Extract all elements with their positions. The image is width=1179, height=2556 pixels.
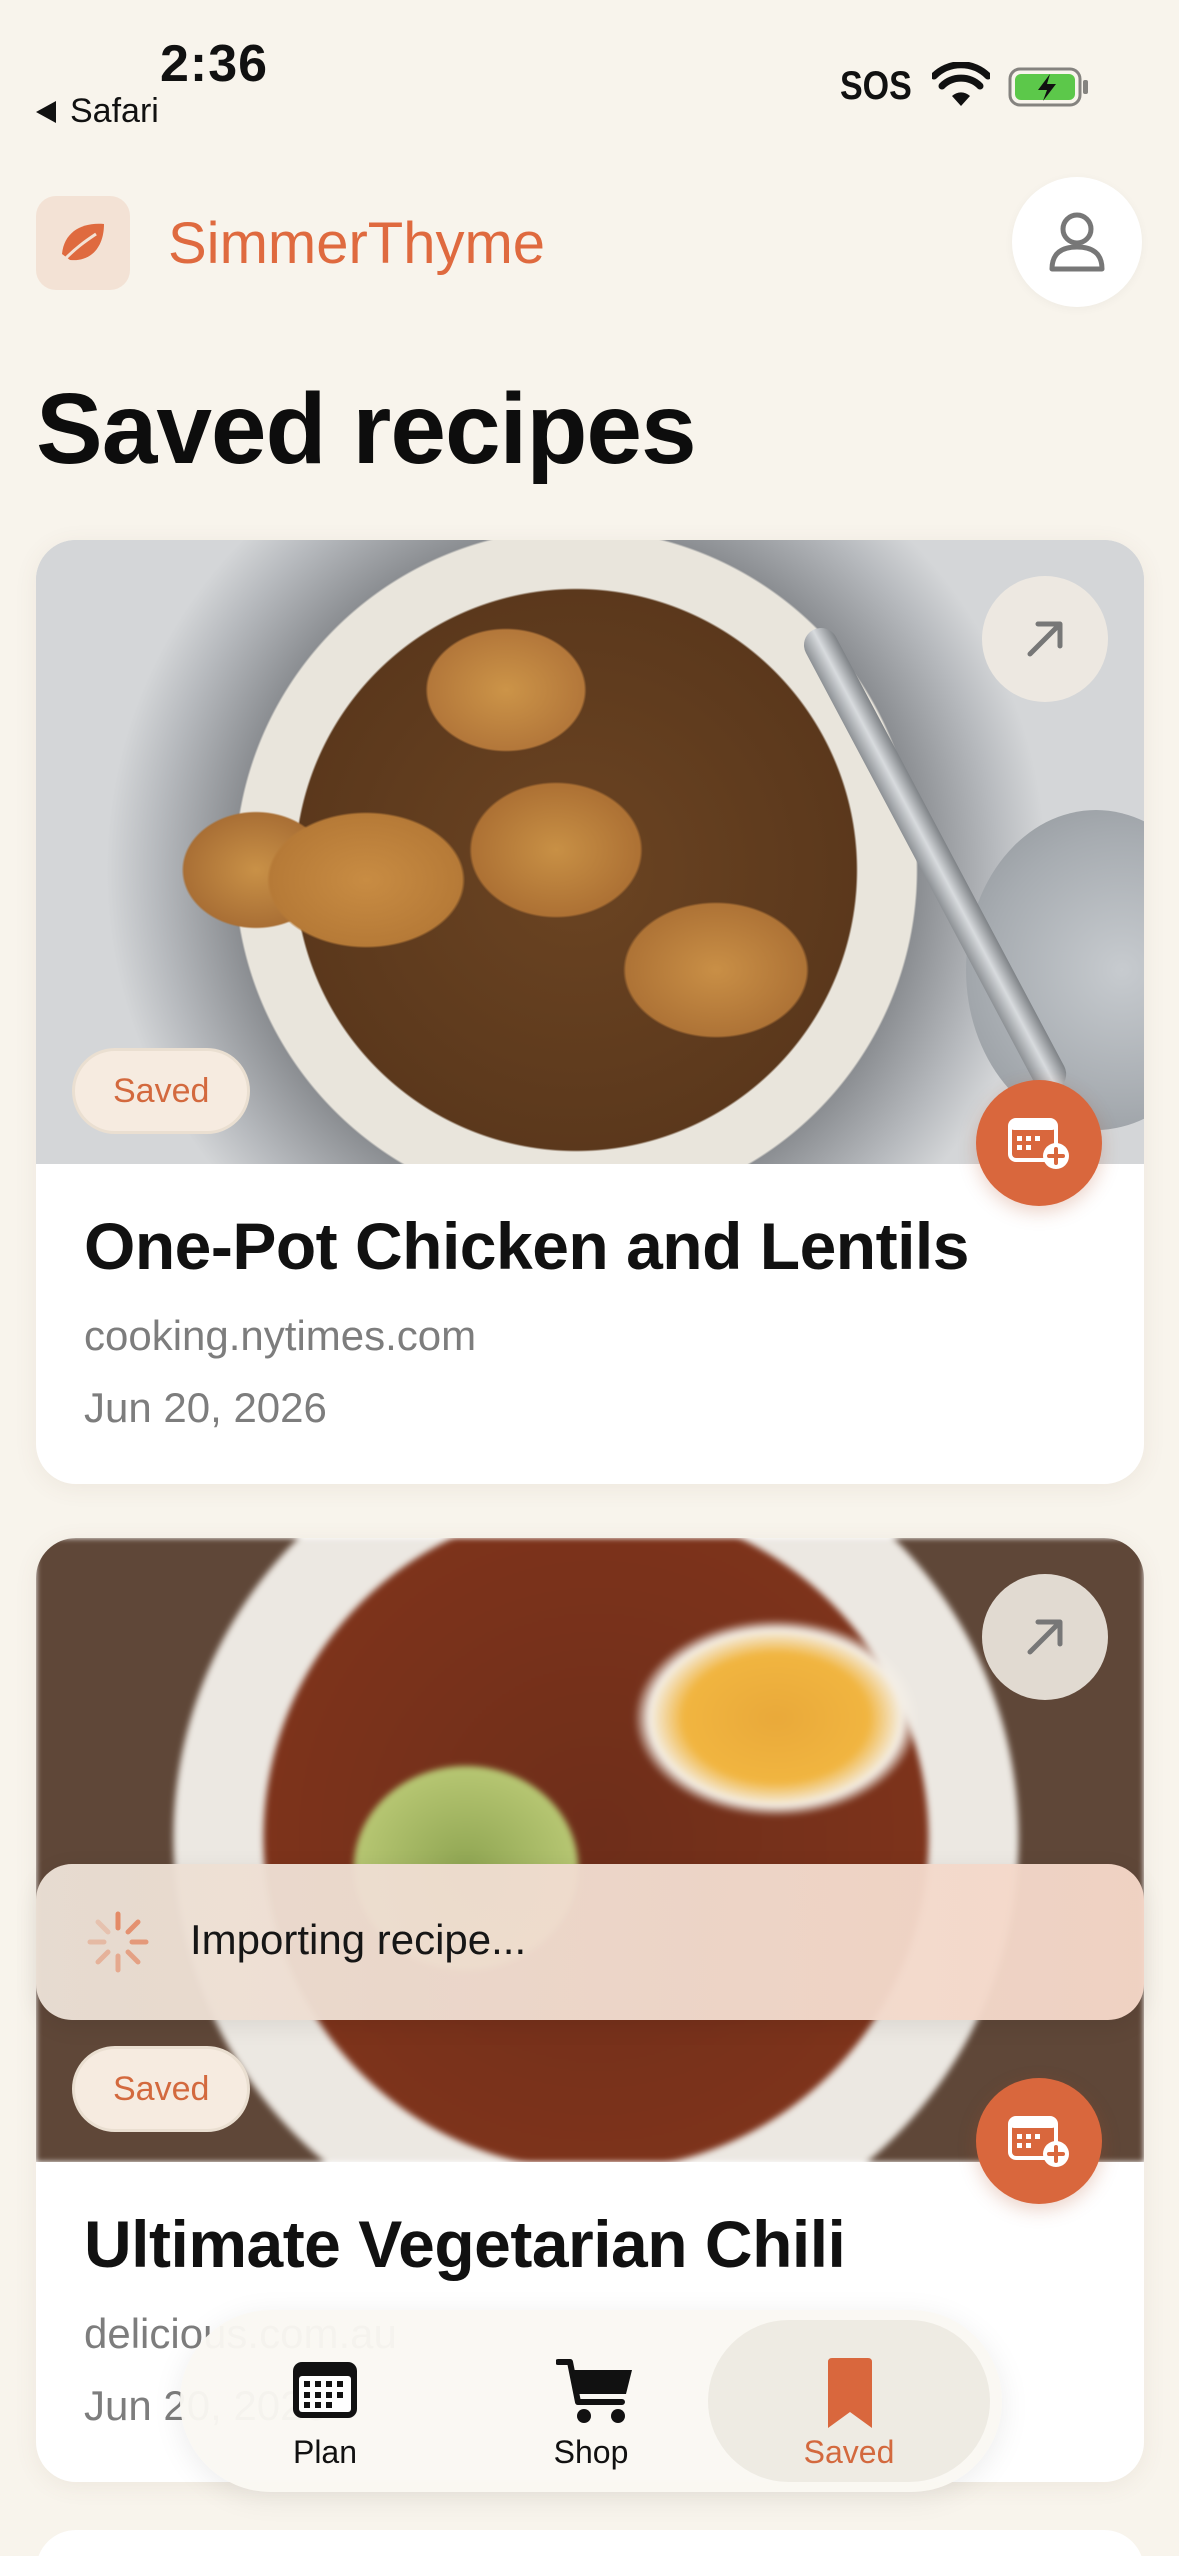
saved-badge: Saved bbox=[72, 1048, 251, 1134]
bookmark-icon bbox=[828, 2358, 872, 2428]
back-label: Safari bbox=[70, 92, 159, 130]
recipe-source: cooking.nytimes.com bbox=[84, 1312, 477, 1359]
cart-icon bbox=[556, 2359, 632, 2423]
page-title: Saved recipes bbox=[36, 373, 697, 485]
battery-charging-icon bbox=[1008, 67, 1088, 107]
add-to-plan-button[interactable] bbox=[976, 1080, 1102, 1206]
tab-shop[interactable]: Shop bbox=[456, 2320, 726, 2482]
recipe-date: Jun 20, 2026 bbox=[84, 1384, 327, 1431]
profile-button[interactable] bbox=[1012, 177, 1142, 307]
status-bar: 2:36 Safari SOS bbox=[0, 0, 1179, 150]
tab-label: Plan bbox=[292, 2434, 358, 2470]
recipe-card[interactable]: Saved One-Pot Chicken and Lentils cookin… bbox=[36, 540, 1144, 1484]
spinner-icon bbox=[87, 1911, 149, 1973]
calendar-add-icon bbox=[1008, 1118, 1069, 1169]
calendar-icon bbox=[293, 2362, 357, 2418]
back-to-safari-link[interactable]: Safari bbox=[36, 92, 159, 131]
open-link-button[interactable] bbox=[982, 576, 1108, 702]
recipe-title: Ultimate Vegetarian Chili bbox=[84, 2207, 846, 2281]
tab-plan[interactable]: Plan bbox=[190, 2320, 460, 2482]
arrow-up-right-icon bbox=[1027, 621, 1063, 657]
status-time: 2:36 bbox=[160, 35, 269, 93]
saved-badge: Saved bbox=[72, 2046, 251, 2132]
carrier-sos: SOS bbox=[840, 64, 912, 108]
tab-saved[interactable]: Saved bbox=[708, 2320, 990, 2482]
leaf-icon bbox=[62, 223, 104, 261]
arrow-up-right-icon bbox=[1027, 1619, 1063, 1655]
open-link-button[interactable] bbox=[982, 1574, 1108, 1700]
add-to-plan-button[interactable] bbox=[976, 2078, 1102, 2204]
recipe-card[interactable] bbox=[36, 2530, 1144, 2556]
app-name: SimmerThyme bbox=[168, 211, 546, 276]
tab-label: Saved bbox=[803, 2434, 895, 2470]
back-arrow-icon bbox=[36, 101, 56, 123]
bottom-tab-bar: Plan Shop Saved bbox=[180, 2310, 1002, 2492]
wifi-icon bbox=[932, 62, 990, 106]
recipe-title: One-Pot Chicken and Lentils bbox=[84, 1209, 969, 1283]
tab-label: Shop bbox=[553, 2434, 629, 2470]
app-logo bbox=[36, 196, 130, 290]
person-icon bbox=[1049, 212, 1105, 272]
toast-message: Importing recipe... bbox=[190, 1916, 527, 1963]
calendar-add-icon bbox=[1008, 2116, 1069, 2167]
import-toast: Importing recipe... bbox=[36, 1864, 1144, 2020]
